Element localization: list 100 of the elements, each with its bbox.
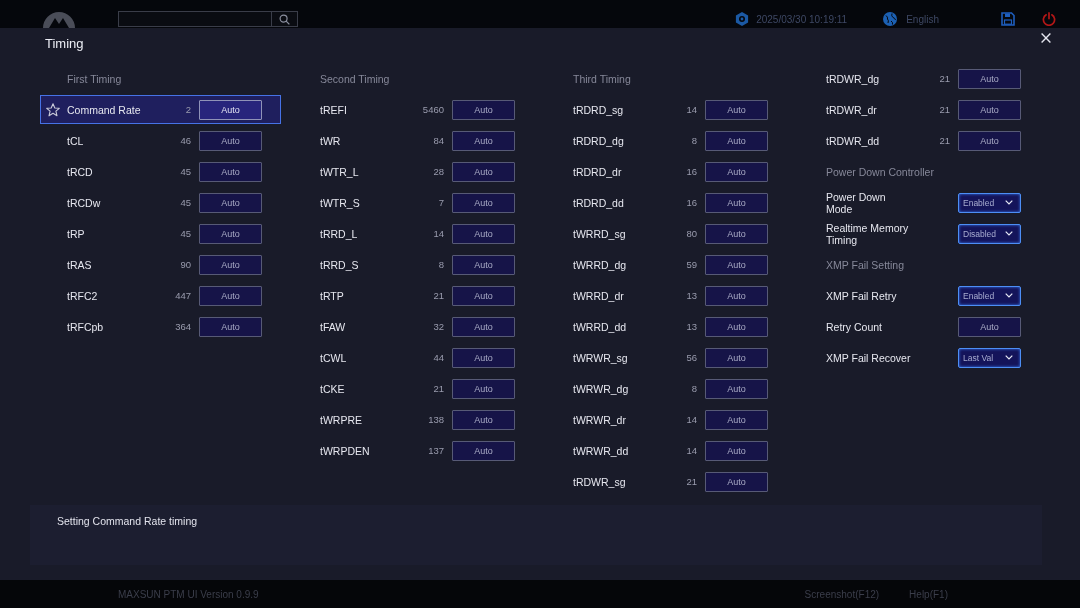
setting-row[interactable]: tRRD_L 14 Auto bbox=[293, 219, 534, 248]
auto-button[interactable]: Auto bbox=[452, 409, 515, 430]
setting-row[interactable]: tWRPRE 138 Auto bbox=[293, 405, 534, 434]
setting-value: 14 bbox=[685, 414, 697, 425]
setting-row[interactable]: tREFI 5460 Auto bbox=[293, 95, 534, 124]
setting-row[interactable]: tRFC2 447 Auto bbox=[40, 281, 281, 310]
setting-row[interactable]: Realtime Memory Timing Disabled bbox=[799, 219, 1040, 248]
auto-button[interactable]: Auto bbox=[199, 192, 262, 213]
auto-button[interactable]: Auto bbox=[705, 440, 768, 461]
setting-row[interactable]: tWTR_L 28 Auto bbox=[293, 157, 534, 186]
auto-button[interactable]: Auto bbox=[452, 347, 515, 368]
setting-row[interactable]: tRDWR_sg 21 Auto bbox=[546, 467, 787, 496]
auto-button[interactable]: Auto bbox=[199, 161, 262, 182]
setting-row[interactable]: tRDWR_dg 21 Auto bbox=[799, 64, 1040, 93]
auto-button[interactable]: Auto bbox=[705, 285, 768, 306]
auto-button[interactable]: Auto bbox=[199, 223, 262, 244]
setting-row[interactable]: tFAW 32 Auto bbox=[293, 312, 534, 341]
auto-button[interactable]: Auto bbox=[705, 316, 768, 337]
setting-row[interactable]: tWR 84 Auto bbox=[293, 126, 534, 155]
auto-button[interactable]: Auto bbox=[958, 68, 1021, 89]
auto-button[interactable]: Auto bbox=[199, 285, 262, 306]
search-field[interactable] bbox=[118, 11, 298, 27]
auto-button[interactable]: Auto bbox=[452, 378, 515, 399]
help-text: Setting Command Rate timing bbox=[57, 515, 199, 527]
setting-row[interactable]: Command Rate 2 Auto bbox=[40, 95, 281, 124]
auto-button[interactable]: Auto bbox=[452, 192, 515, 213]
setting-value: 364 bbox=[174, 321, 191, 332]
setting-row[interactable]: tRDRD_dg 8 Auto bbox=[546, 126, 787, 155]
auto-button[interactable]: Auto bbox=[705, 223, 768, 244]
setting-row[interactable]: tWRRD_dd 13 Auto bbox=[546, 312, 787, 341]
auto-button[interactable]: Auto bbox=[452, 316, 515, 337]
setting-row[interactable]: tRTP 21 Auto bbox=[293, 281, 534, 310]
dropdown-select[interactable]: Enabled bbox=[958, 192, 1021, 213]
setting-row[interactable]: tCL 46 Auto bbox=[40, 126, 281, 155]
auto-button[interactable]: Auto bbox=[199, 254, 262, 275]
setting-label: tWRRD_dd bbox=[573, 320, 627, 333]
setting-row[interactable]: tRP 45 Auto bbox=[40, 219, 281, 248]
auto-button[interactable]: Auto bbox=[705, 192, 768, 213]
auto-button[interactable]: Auto bbox=[199, 130, 262, 151]
auto-button[interactable]: Auto bbox=[705, 130, 768, 151]
setting-label: Power Down Mode bbox=[826, 190, 887, 215]
star-icon[interactable] bbox=[46, 102, 60, 117]
setting-value: 44 bbox=[432, 352, 444, 363]
setting-row[interactable]: tWRWR_dr 14 Auto bbox=[546, 405, 787, 434]
hexagon-icon[interactable] bbox=[735, 12, 750, 26]
setting-row[interactable]: tRFCpb 364 Auto bbox=[40, 312, 281, 341]
auto-button[interactable]: Auto bbox=[705, 254, 768, 275]
close-icon[interactable] bbox=[1041, 33, 1051, 43]
setting-row[interactable]: tWTR_S 7 Auto bbox=[293, 188, 534, 217]
setting-row[interactable]: tRDRD_sg 14 Auto bbox=[546, 95, 787, 124]
setting-row[interactable]: tWRRD_sg 80 Auto bbox=[546, 219, 787, 248]
auto-button[interactable]: Auto bbox=[705, 347, 768, 368]
auto-button[interactable]: Auto bbox=[452, 223, 515, 244]
setting-row[interactable]: tRCD 45 Auto bbox=[40, 157, 281, 186]
setting-row[interactable]: tWRPDEN 137 Auto bbox=[293, 436, 534, 465]
setting-row[interactable]: tWRRD_dr 13 Auto bbox=[546, 281, 787, 310]
setting-value: 45 bbox=[179, 228, 191, 239]
setting-row[interactable]: XMP Fail Recover Last Val bbox=[799, 343, 1040, 372]
auto-button[interactable]: Auto bbox=[958, 316, 1021, 337]
setting-row[interactable]: tWRRD_dg 59 Auto bbox=[546, 250, 787, 279]
setting-label: XMP Fail Retry bbox=[826, 289, 897, 302]
auto-button[interactable]: Auto bbox=[958, 99, 1021, 120]
setting-row[interactable]: Retry Count Auto bbox=[799, 312, 1040, 341]
auto-button[interactable]: Auto bbox=[452, 440, 515, 461]
setting-row[interactable]: Power Down Mode Enabled bbox=[799, 188, 1040, 217]
auto-button[interactable]: Auto bbox=[958, 130, 1021, 151]
globe-icon[interactable] bbox=[883, 12, 898, 26]
auto-button[interactable]: Auto bbox=[705, 409, 768, 430]
auto-button[interactable]: Auto bbox=[705, 161, 768, 182]
auto-button[interactable]: Auto bbox=[452, 99, 515, 120]
setting-value: 28 bbox=[432, 166, 444, 177]
setting-row[interactable]: tRRD_S 8 Auto bbox=[293, 250, 534, 279]
setting-row[interactable]: tWRWR_dd 14 Auto bbox=[546, 436, 787, 465]
auto-button[interactable]: Auto bbox=[452, 130, 515, 151]
setting-row[interactable]: tRDRD_dd 16 Auto bbox=[546, 188, 787, 217]
setting-row[interactable]: tRCDw 45 Auto bbox=[40, 188, 281, 217]
setting-row[interactable]: tWRWR_sg 56 Auto bbox=[546, 343, 787, 372]
setting-row[interactable]: tCWL 44 Auto bbox=[293, 343, 534, 372]
auto-button[interactable]: Auto bbox=[452, 161, 515, 182]
power-icon[interactable] bbox=[1042, 12, 1056, 26]
dropdown-select[interactable]: Disabled bbox=[958, 223, 1021, 244]
auto-button[interactable]: Auto bbox=[705, 99, 768, 120]
auto-button[interactable]: Auto bbox=[452, 285, 515, 306]
setting-row[interactable]: tRDRD_dr 16 Auto bbox=[546, 157, 787, 186]
setting-row[interactable]: tRDWR_dr 21 Auto bbox=[799, 95, 1040, 124]
dropdown-select[interactable]: Last Val bbox=[958, 347, 1021, 368]
auto-button[interactable]: Auto bbox=[705, 378, 768, 399]
auto-button[interactable]: Auto bbox=[199, 316, 262, 337]
setting-row[interactable]: tRDWR_dd 21 Auto bbox=[799, 126, 1040, 155]
auto-button[interactable]: Auto bbox=[199, 99, 262, 120]
setting-row[interactable]: XMP Fail Retry Enabled bbox=[799, 281, 1040, 310]
section-heading: Second Timing bbox=[320, 72, 390, 85]
setting-row[interactable]: tWRWR_dg 8 Auto bbox=[546, 374, 787, 403]
setting-row[interactable]: tCKE 21 Auto bbox=[293, 374, 534, 403]
setting-value: 32 bbox=[432, 321, 444, 332]
auto-button[interactable]: Auto bbox=[452, 254, 515, 275]
setting-row[interactable]: tRAS 90 Auto bbox=[40, 250, 281, 279]
dropdown-select[interactable]: Enabled bbox=[958, 285, 1021, 306]
section-heading: Power Down Controller bbox=[826, 165, 934, 178]
auto-button[interactable]: Auto bbox=[705, 471, 768, 492]
